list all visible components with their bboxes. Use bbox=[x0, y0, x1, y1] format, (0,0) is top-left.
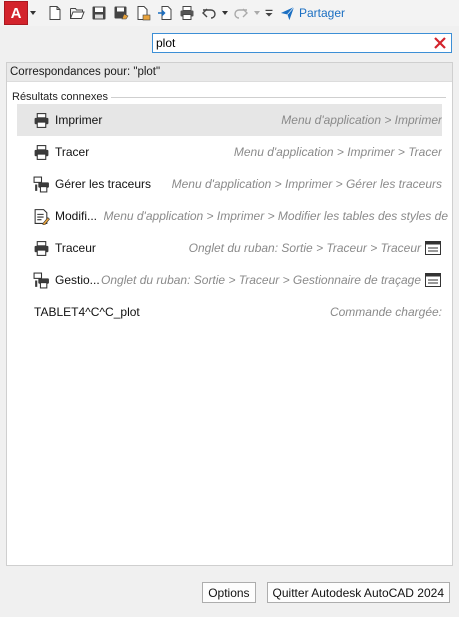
result-label: Traceur bbox=[55, 241, 96, 255]
result-label: Tracer bbox=[55, 145, 90, 159]
undo-caret-icon[interactable] bbox=[220, 2, 230, 24]
save-as-icon[interactable] bbox=[110, 2, 132, 24]
result-item-traceur[interactable]: Traceur Onglet du ruban: Sortie > Traceu… bbox=[17, 232, 442, 264]
result-path-text: Commande chargée: bbox=[329, 305, 442, 319]
app-letter: A bbox=[10, 4, 22, 22]
result-label: TABLET4^C^C_plot bbox=[34, 305, 140, 319]
plot-style-icon bbox=[32, 207, 50, 225]
clear-search-icon[interactable] bbox=[433, 36, 447, 50]
result-item-tracer[interactable]: Tracer Menu d'application > Imprimer > T… bbox=[17, 136, 442, 168]
result-label: Gestio... bbox=[55, 273, 100, 287]
quick-access-toolbar: A Partager bbox=[0, 0, 459, 26]
section-divider bbox=[111, 96, 446, 98]
result-path-text: Menu d'application > Imprimer > Modifier… bbox=[103, 209, 448, 223]
customize-icon[interactable] bbox=[262, 2, 276, 24]
export-icon[interactable] bbox=[132, 2, 154, 24]
result-path-text: Menu d'application > Imprimer bbox=[281, 113, 442, 127]
result-path: Commande chargée: bbox=[330, 296, 442, 328]
search-results-panel: Correspondances pour: "plot" Résultats c… bbox=[6, 62, 453, 566]
result-label: Gérer les traceurs bbox=[55, 177, 152, 191]
import-icon[interactable] bbox=[154, 2, 176, 24]
results-list: Imprimer Menu d'application > Imprimer T… bbox=[7, 104, 452, 328]
open-icon[interactable] bbox=[66, 2, 88, 24]
share-button[interactable]: Partager bbox=[280, 6, 345, 21]
undo-icon[interactable] bbox=[198, 2, 220, 24]
result-path-text: Menu d'application > Imprimer > Gérer le… bbox=[171, 177, 442, 191]
result-label: Imprimer bbox=[55, 113, 103, 127]
plotter-manager-icon bbox=[32, 271, 50, 289]
result-item-gerer-traceurs[interactable]: Gérer les traceurs Menu d'application > … bbox=[17, 168, 442, 200]
result-path: Onglet du ruban: Sortie > Traceur > Gest… bbox=[101, 264, 442, 296]
search-field[interactable] bbox=[152, 33, 452, 53]
print-icon[interactable] bbox=[176, 2, 198, 24]
result-path: Menu d'application > Imprimer > Tracer bbox=[234, 136, 442, 168]
result-label: Modifi... bbox=[55, 209, 98, 223]
printer-icon bbox=[32, 111, 50, 129]
result-path: Onglet du ruban: Sortie > Traceur > Trac… bbox=[189, 232, 442, 264]
ribbon-panel-icon bbox=[424, 271, 442, 289]
search-input[interactable] bbox=[156, 36, 426, 50]
related-results-section: Résultats connexes bbox=[12, 91, 446, 103]
matches-header: Correspondances pour: "plot" bbox=[7, 63, 452, 82]
result-item-imprimer[interactable]: Imprimer Menu d'application > Imprimer bbox=[17, 104, 442, 136]
printer-icon bbox=[32, 143, 50, 161]
result-path: Menu d'application > Imprimer > Gérer le… bbox=[172, 168, 442, 200]
result-path-text: Onglet du ruban: Sortie > Traceur > Trac… bbox=[188, 241, 421, 255]
new-icon[interactable] bbox=[44, 2, 66, 24]
save-icon[interactable] bbox=[88, 2, 110, 24]
share-label: Partager bbox=[299, 6, 346, 20]
share-icon bbox=[280, 6, 295, 20]
ribbon-panel-icon bbox=[424, 239, 442, 257]
redo-caret-icon[interactable] bbox=[252, 2, 262, 24]
result-path-text: Onglet du ruban: Sortie > Traceur > Gest… bbox=[101, 273, 421, 287]
options-button[interactable]: Options bbox=[202, 582, 256, 603]
app-menu-caret-icon[interactable] bbox=[28, 1, 38, 25]
result-item-tablet4-plot[interactable]: TABLET4^C^C_plot Commande chargée: bbox=[17, 296, 442, 328]
printer-icon bbox=[32, 239, 50, 257]
redo-icon[interactable] bbox=[230, 2, 252, 24]
result-path: Menu d'application > Imprimer bbox=[281, 104, 442, 136]
result-item-gestionnaire[interactable]: Gestio... Onglet du ruban: Sortie > Trac… bbox=[17, 264, 442, 296]
result-path-text: Menu d'application > Imprimer > Tracer bbox=[233, 145, 442, 159]
plotter-manager-icon bbox=[32, 175, 50, 193]
result-item-modifier-styles[interactable]: Modifi... Menu d'application > Imprimer … bbox=[17, 200, 448, 232]
application-menu-button[interactable]: A bbox=[4, 1, 28, 25]
footer-buttons: Options Quitter Autodesk AutoCAD 2024 bbox=[202, 582, 450, 603]
result-path: Menu d'application > Imprimer > Modifier… bbox=[104, 200, 448, 232]
quit-autocad-button[interactable]: Quitter Autodesk AutoCAD 2024 bbox=[266, 582, 450, 603]
section-title: Résultats connexes bbox=[12, 91, 108, 103]
